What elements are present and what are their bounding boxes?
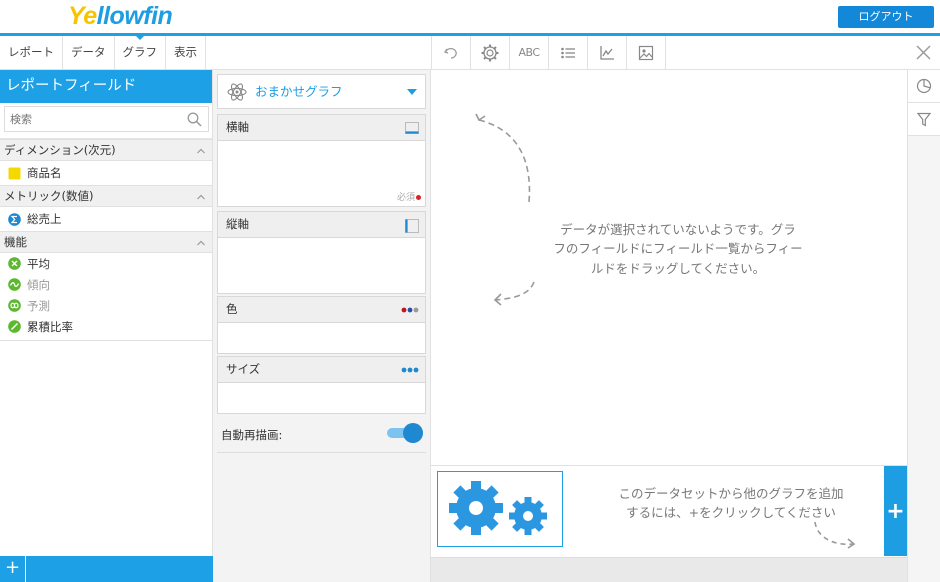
add-graph-button[interactable]: + — [884, 466, 907, 556]
tab-graph[interactable]: グラフ — [115, 35, 166, 69]
chevron-down-icon — [407, 89, 417, 95]
field-item[interactable]: 累積比率 — [0, 316, 212, 337]
sigma-icon — [8, 212, 21, 226]
report-fields-panel: レポートフィールド ディメンション(次元) 商品名 メトリック(数値) 総売上 … — [0, 70, 213, 582]
x-axis-header: 横軸 — [218, 115, 425, 141]
y-axis-header: 縦軸 — [218, 212, 425, 238]
dataset-graphs-area: このデータセットから他のグラフを追加 するには、+をクリックしてください + — [431, 465, 907, 557]
undo-button[interactable] — [432, 36, 471, 69]
close-icon[interactable] — [915, 44, 932, 61]
drag-hint-arrows — [475, 113, 535, 306]
filter-button[interactable] — [908, 103, 940, 136]
field-search — [0, 103, 212, 139]
report-fields-title: レポートフィールド — [0, 70, 212, 103]
auto-redraw-label: 自動再描画: — [221, 428, 283, 442]
graph-thumbnail[interactable] — [437, 471, 563, 547]
image-button[interactable] — [627, 36, 666, 69]
filter-icon — [917, 112, 931, 127]
forecast-icon — [8, 299, 21, 312]
chart-type-button[interactable] — [908, 70, 940, 103]
color-dropzone[interactable]: 色 — [217, 296, 426, 354]
graph-type-select[interactable]: おまかせグラフ — [217, 74, 426, 109]
pie-chart-icon — [916, 78, 932, 94]
field-item[interactable]: 総売上 — [0, 207, 212, 231]
undo-icon — [443, 47, 457, 59]
auto-redraw-toggle[interactable] — [387, 423, 423, 443]
field-item[interactable]: 予測 — [0, 295, 212, 316]
field-item[interactable]: 平均 — [0, 253, 212, 274]
tab-display[interactable]: 表示 — [166, 36, 206, 69]
add-field-button[interactable]: + — [0, 556, 26, 582]
chevron-up-icon — [197, 240, 205, 246]
yellowfin-logo: Yellowfin — [68, 2, 173, 30]
x-axis-dropzone[interactable]: 横軸 必須 — [217, 114, 426, 207]
left-panel-footer: + — [0, 556, 213, 582]
gear-icon — [481, 44, 499, 61]
axis-chart-icon — [600, 45, 614, 60]
image-icon — [638, 45, 654, 60]
color-dots-icon — [401, 307, 419, 313]
section-dimension[interactable]: ディメンション(次元) — [0, 139, 212, 161]
size-header: サイズ — [218, 357, 425, 383]
graph-canvas: データが選択されていないようです。グラ フのフィールドにフィールド一覧からフィー… — [431, 70, 907, 465]
cumulative-icon — [8, 320, 21, 333]
dimension-square-icon — [8, 167, 21, 179]
graph-type-label: おまかせグラフ — [255, 84, 343, 99]
field-item[interactable]: 商品名 — [0, 161, 212, 185]
average-icon — [8, 257, 21, 270]
tab-data[interactable]: データ — [63, 36, 115, 69]
empty-graph-message: データが選択されていないようです。グラ フのフィールドにフィールド一覧からフィー… — [553, 222, 803, 276]
required-indicator: 必須 — [397, 190, 421, 203]
size-dots-icon — [401, 367, 419, 373]
axis-button[interactable] — [588, 36, 627, 69]
search-button[interactable] — [181, 106, 209, 132]
y-axis-icon — [405, 219, 419, 233]
graph-toolbar: ABC — [431, 36, 940, 70]
legend-button[interactable] — [549, 36, 588, 69]
tab-report[interactable]: レポート — [0, 36, 63, 69]
text-format-button[interactable]: ABC — [510, 36, 549, 69]
size-dropzone[interactable]: サイズ — [217, 356, 426, 414]
list-icon — [561, 47, 575, 58]
gears-icon — [449, 481, 547, 535]
app-header: Yellowfin ログアウト — [0, 0, 940, 36]
auto-redraw-row: 自動再描画: — [217, 417, 426, 453]
field-search-input[interactable] — [4, 106, 182, 132]
x-axis-icon — [405, 122, 419, 134]
color-header: 色 — [218, 297, 425, 323]
bottom-status-bar — [431, 557, 907, 582]
chevron-up-icon — [197, 148, 205, 154]
main-nav-tabs: レポート データ グラフ 表示 — [0, 35, 431, 70]
section-functions[interactable]: 機能 — [0, 231, 212, 253]
section-metric[interactable]: メトリック(数値) — [0, 185, 212, 207]
graph-config-panel: おまかせグラフ 横軸 必須 縦軸 色 サイズ 自動再描画: — [213, 70, 431, 582]
settings-button[interactable] — [471, 36, 510, 69]
chevron-up-icon — [197, 194, 205, 200]
y-axis-dropzone[interactable]: 縦軸 — [217, 211, 426, 294]
right-sidebar — [907, 70, 940, 582]
trend-icon — [8, 278, 21, 291]
atom-icon — [227, 83, 247, 101]
add-graph-hint: このデータセットから他のグラフを追加 するには、+をクリックしてください — [618, 486, 844, 521]
logout-button[interactable]: ログアウト — [838, 6, 934, 28]
field-item[interactable]: 傾向 — [0, 274, 212, 295]
hint-arrow-icon — [814, 521, 856, 549]
divider — [0, 340, 212, 341]
search-icon — [187, 112, 202, 127]
